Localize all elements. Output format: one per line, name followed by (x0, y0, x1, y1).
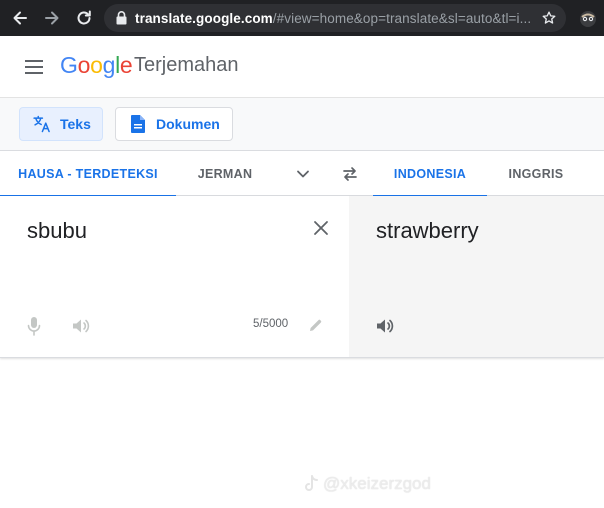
documents-mode-button[interactable]: Dokumen (115, 107, 233, 141)
text-mode-button[interactable]: Teks (19, 107, 103, 141)
logo-letter: G (60, 52, 78, 78)
url-path: /#view=home&op=translate&sl=auto&tl=i... (272, 10, 532, 26)
target-language-tab-english[interactable]: INGGRIS (487, 152, 585, 196)
source-language-detected-tab[interactable]: HAUSA - TERDETEKSI (0, 152, 176, 197)
target-language-tab-indonesian[interactable]: INDONESIA (373, 152, 487, 197)
chevron-down-icon[interactable] (286, 152, 320, 196)
swap-languages-icon[interactable] (333, 152, 367, 196)
documents-mode-label: Dokumen (156, 116, 220, 132)
product-name: Terjemahan (134, 54, 239, 76)
google-logo[interactable]: Google (60, 52, 133, 79)
watermark: @xkeizerzgod (303, 474, 431, 494)
logo-letter: o (90, 52, 103, 78)
translation-panels: sbubu 5/5000 strawberry (0, 196, 604, 358)
logo-letter: e (119, 52, 133, 78)
tiktok-logo-icon (303, 475, 319, 493)
source-panel[interactable]: sbubu 5/5000 (0, 196, 349, 357)
forward-icon[interactable] (38, 4, 66, 32)
text-mode-label: Teks (60, 116, 91, 132)
reload-icon[interactable] (70, 4, 98, 32)
source-language-tab-german[interactable]: JERMAN (176, 152, 274, 196)
url-host: translate.google.com (135, 10, 273, 26)
logo-letter: o (77, 52, 91, 78)
address-bar[interactable]: translate.google.com/#view=home&op=trans… (104, 4, 566, 32)
language-bar: HAUSA - TERDETEKSI JERMAN INDONESIA INGG… (0, 152, 604, 197)
app-header: Google Terjemahan (0, 36, 604, 98)
mode-bar: Teks Dokumen (0, 98, 604, 151)
source-text-input[interactable]: sbubu (27, 218, 87, 244)
edit-pencil-icon[interactable] (308, 318, 323, 333)
target-panel: strawberry (349, 196, 604, 357)
hamburger-menu-icon[interactable] (24, 58, 44, 76)
watermark-text: @xkeizerzgod (323, 474, 431, 493)
browser-toolbar: translate.google.com/#view=home&op=trans… (0, 0, 604, 36)
document-icon (128, 114, 148, 134)
bookmark-star-icon[interactable] (540, 9, 558, 27)
translate-icon (32, 114, 52, 134)
back-icon[interactable] (6, 4, 34, 32)
microphone-icon[interactable] (26, 316, 42, 336)
character-count: 5/5000 (253, 318, 289, 330)
url-text: translate.google.com/#view=home&op=trans… (135, 11, 540, 26)
translated-text: strawberry (376, 218, 479, 243)
source-speaker-icon[interactable] (71, 317, 91, 335)
clear-text-icon[interactable] (313, 220, 329, 236)
logo-letter: g (102, 52, 116, 78)
lock-icon[interactable] (114, 10, 128, 26)
extension-icon[interactable] (578, 8, 598, 28)
target-speaker-icon[interactable] (375, 317, 395, 335)
